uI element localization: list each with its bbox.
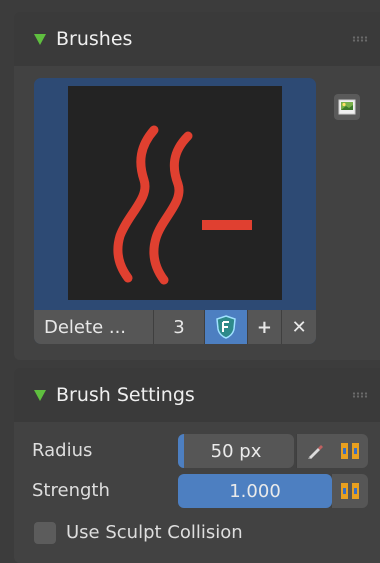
x-icon: ✕: [291, 316, 307, 338]
brush-stroke-icon: [113, 125, 252, 285]
unified-radius-button[interactable]: [332, 434, 368, 468]
brush-name-field[interactable]: Delete ...: [34, 310, 155, 344]
brush-selector[interactable]: Delete ... 3 + ✕: [34, 78, 316, 344]
strength-value: 1.000: [229, 480, 281, 502]
radius-label: Radius: [32, 440, 93, 461]
brush-settings-header[interactable]: Brush Settings: [14, 368, 380, 422]
collision-row: Use Sculpt Collision: [14, 518, 380, 552]
radius-row: Radius 50 px: [14, 434, 380, 468]
expand-triangle-icon[interactable]: [34, 33, 46, 45]
plus-icon: +: [256, 316, 272, 338]
pen-pressure-icon: [308, 445, 323, 459]
radius-field[interactable]: 50 px: [178, 434, 294, 468]
panel-title: Brushes: [56, 28, 133, 50]
brush-datablock-bar: Delete ... 3 + ✕: [34, 310, 316, 344]
pressure-radius-button[interactable]: [296, 434, 333, 468]
unlink-brush-button[interactable]: ✕: [282, 310, 316, 344]
brush-settings-panel: Brush Settings Radius 50 px Strength 1.0…: [14, 368, 380, 563]
browse-image-button[interactable]: [334, 94, 360, 120]
unified-settings-icon: [341, 483, 359, 499]
brush-preview[interactable]: [68, 86, 282, 300]
panel-title: Brush Settings: [56, 384, 195, 406]
collision-label[interactable]: Use Sculpt Collision: [66, 522, 243, 543]
strength-label: Strength: [32, 480, 110, 501]
strength-row: Strength 1.000: [14, 474, 380, 508]
unified-settings-icon: [341, 443, 359, 459]
strength-field[interactable]: 1.000: [178, 474, 332, 508]
expand-triangle-icon[interactable]: [34, 389, 46, 401]
unified-strength-button[interactable]: [332, 474, 368, 508]
brushes-panel-header[interactable]: Brushes: [14, 12, 380, 66]
drag-grip-icon[interactable]: [352, 392, 368, 398]
shield-f-icon: [215, 315, 236, 339]
radius-value: 50 px: [210, 440, 262, 462]
use-sculpt-collision-checkbox[interactable]: [34, 522, 56, 544]
radius-fill: [178, 434, 184, 468]
new-brush-button[interactable]: +: [248, 310, 283, 344]
fake-user-button[interactable]: [204, 310, 248, 344]
drag-grip-icon[interactable]: [352, 36, 368, 42]
user-count[interactable]: 3: [154, 310, 205, 344]
image-browse-icon: [338, 99, 356, 115]
brushes-panel: Brushes Delete ... 3 + ✕: [14, 12, 380, 360]
